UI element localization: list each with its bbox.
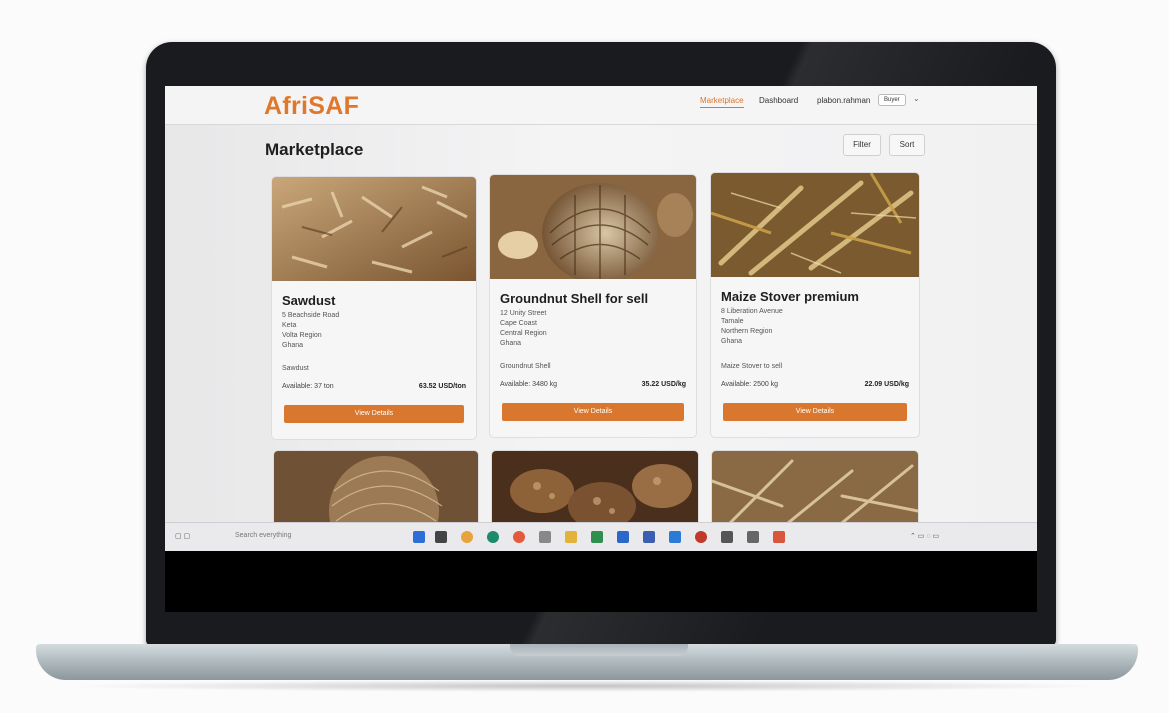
task-view-icon[interactable] [435,531,447,543]
listing-address: 8 Liberation Avenue Tamale Northern Regi… [721,307,783,347]
laptop-shadow [60,680,1110,692]
address-line: 5 Beachside Road [282,312,340,319]
address-line: Keta [282,322,297,329]
maize-stover-image [711,173,919,277]
listing-description: Maize Stover to sell [721,363,783,370]
listing-card-partial[interactable] [711,450,919,522]
folder-icon[interactable] [565,531,577,543]
sort-button[interactable]: Sort [889,134,925,156]
laptop-notch [510,644,688,656]
view-details-button[interactable]: View Details [284,405,464,423]
address-line: 8 Liberation Avenue [721,308,783,315]
address-line: Ghana [721,338,743,345]
terminal-icon[interactable] [721,531,733,543]
laptop-screen: AfriSAF Marketplace Dashboard plabon.rah… [165,86,1037,612]
listing-description: Sawdust [282,365,309,372]
outlook-icon[interactable] [643,531,655,543]
coconut-husk-image [274,451,478,522]
listing-title: Sawdust [282,293,336,308]
os-taskbar: ▢ ▢ Search everything ⌃ ▭ ◌ ▭ [165,522,1037,551]
listing-title: Groundnut Shell for sell [500,291,649,306]
top-navigation-bar: AfriSAF Marketplace Dashboard plabon.rah… [165,86,1037,125]
widgets-icon[interactable]: ▢ ▢ [175,532,190,540]
username-label[interactable]: plabon.rahman [817,96,870,105]
listing-title: Maize Stover premium [721,289,859,304]
address-line: Ghana [500,340,522,347]
chevron-down-icon[interactable]: ⌄ [913,94,920,103]
browser-viewport: AfriSAF Marketplace Dashboard plabon.rah… [165,86,1037,522]
media-icon[interactable] [773,531,785,543]
view-details-button[interactable]: View Details [502,403,684,421]
listing-address: 5 Beachside Road Keta Volta Region Ghana [282,311,339,351]
listing-card-partial[interactable] [491,450,699,522]
listing-card[interactable]: Groundnut Shell for sell 12 Unity Street… [489,174,697,438]
excel-icon[interactable] [591,531,603,543]
groundnut-shell-image [490,175,696,279]
filter-button[interactable]: Filter [843,134,881,156]
browser-icon[interactable] [513,531,525,543]
address-line: Tamale [721,318,744,325]
address-line: Northern Region [721,328,773,335]
nav-marketplace-link[interactable]: Marketplace [700,96,744,108]
system-tray-icon[interactable]: ⌃ ▭ ◌ ▭ [910,532,939,540]
listing-availability: Available: 3480 kg [500,381,558,388]
chrome-icon[interactable] [461,531,473,543]
listing-availability: Available: 37 ton [282,383,334,390]
address-line: Central Region [500,330,547,337]
listing-price: 63.52 USD/ton [418,383,466,390]
listing-price: 35.22 USD/kg [641,381,686,388]
start-icon[interactable] [413,531,425,543]
address-line: 12 Unity Street [500,310,547,317]
taskbar-search[interactable]: Search everything [235,532,291,539]
edge-icon[interactable] [487,531,499,543]
listing-description: Groundnut Shell [500,363,551,370]
page-title: Marketplace [265,140,364,159]
cocoa-pods-image [492,451,698,522]
address-line: Cape Coast [500,320,537,327]
address-line: Volta Region [282,332,322,339]
sawdust-image [272,177,476,281]
mail-icon[interactable] [747,531,759,543]
word-icon[interactable] [617,531,629,543]
nav-dashboard-link[interactable]: Dashboard [759,96,798,105]
listing-card[interactable]: Sawdust 5 Beachside Road Keta Volta Regi… [271,176,477,440]
brand-logo[interactable]: AfriSAF [264,92,359,121]
view-details-button[interactable]: View Details [723,403,907,421]
role-badge[interactable]: Buyer [878,94,906,106]
straw-fiber-image [712,451,918,522]
address-line: Ghana [282,342,304,349]
listing-availability: Available: 2500 kg [721,381,779,388]
listing-address: 12 Unity Street Cape Coast Central Regio… [500,309,547,349]
listing-price: 22.09 USD/kg [864,381,909,388]
listing-card-partial[interactable] [273,450,479,522]
app-icon[interactable] [539,531,551,543]
record-icon[interactable] [695,531,707,543]
listing-card[interactable]: Maize Stover premium 8 Liberation Avenue… [710,172,920,438]
vscode-icon[interactable] [669,531,681,543]
